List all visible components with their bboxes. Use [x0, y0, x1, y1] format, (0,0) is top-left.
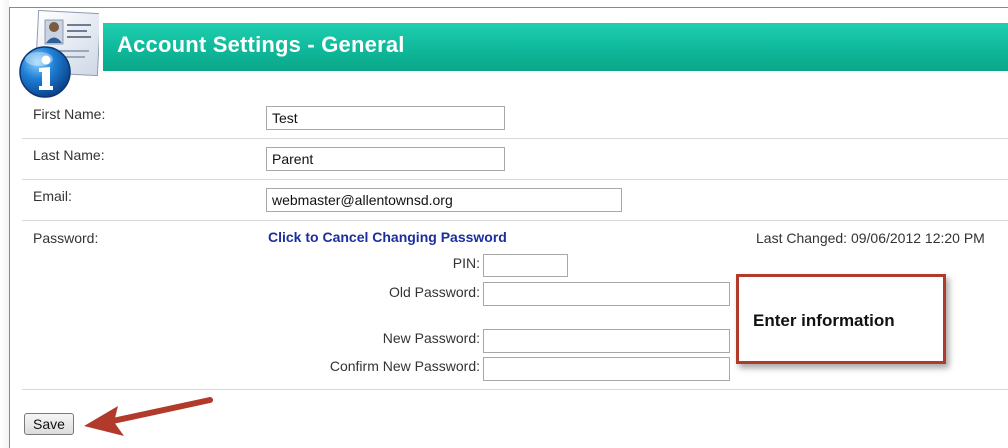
old-password-input[interactable] [483, 282, 730, 306]
page-header: Account Settings - General [103, 23, 1008, 71]
info-icon [19, 10, 99, 98]
enter-information-callout: Enter information [736, 274, 946, 364]
first-name-label: First Name: [33, 106, 106, 122]
last-name-input[interactable] [266, 147, 505, 171]
email-label: Email: [33, 188, 72, 204]
page-margin [0, 0, 9, 448]
new-password-label: New Password: [382, 330, 480, 346]
cancel-changing-password-link[interactable]: Click to Cancel Changing Password [268, 229, 507, 245]
callout-text: Enter information [753, 311, 895, 330]
arrow-icon [84, 397, 213, 436]
password-label: Password: [33, 230, 99, 246]
pin-input[interactable] [483, 254, 568, 277]
confirm-password-input[interactable] [483, 357, 730, 381]
email-input[interactable] [266, 188, 622, 212]
save-button[interactable]: Save [24, 413, 74, 435]
last-name-row: Last Name: [22, 139, 1008, 180]
new-password-input[interactable] [483, 329, 730, 353]
old-password-label: Old Password: [388, 284, 480, 300]
page-title: Account Settings - General [117, 32, 405, 57]
pin-label: PIN: [452, 255, 480, 271]
first-name-input[interactable] [266, 106, 505, 130]
first-name-row: First Name: [22, 97, 1008, 139]
last-changed-timestamp: Last Changed: 09/06/2012 12:20 PM [756, 230, 985, 246]
last-name-label: Last Name: [33, 147, 105, 163]
confirm-password-label: Confirm New Password: [329, 358, 480, 374]
